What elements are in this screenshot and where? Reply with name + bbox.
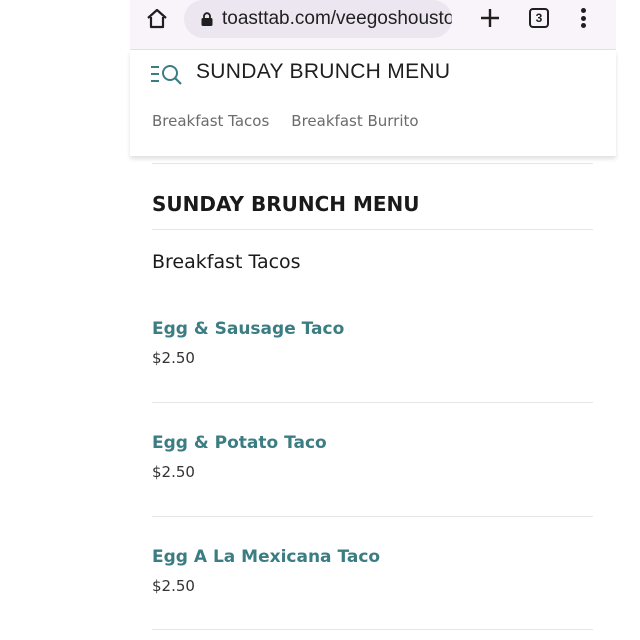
category-nav: Breakfast Tacos Breakfast Burrito [152,112,419,130]
home-icon [147,8,167,29]
divider [152,229,593,230]
menu-item[interactable]: Egg A La Mexicana Taco $2.50 [152,547,593,595]
category-heading: Breakfast Tacos [152,251,301,273]
menu-search-icon[interactable] [150,63,184,85]
category-link-breakfast-tacos[interactable]: Breakfast Tacos [152,112,269,130]
menu-dot [580,8,586,13]
item-name[interactable]: Egg A La Mexicana Taco [152,547,593,567]
section-title: SUNDAY BRUNCH MENU [152,192,420,216]
divider [152,402,593,403]
item-name[interactable]: Egg & Sausage Taco [152,319,593,339]
browser-viewport: toasttab.com/veegoshousto 3 SUNDAY BRUNC… [130,0,616,640]
menu-dot [580,23,586,28]
divider [152,629,593,630]
more-vert-icon[interactable] [576,6,590,30]
item-price: $2.50 [152,577,195,595]
divider [152,516,593,517]
item-price: $2.50 [152,349,195,367]
item-name[interactable]: Egg & Potato Taco [152,433,593,453]
tab-count: 3 [535,11,543,25]
divider [152,163,593,164]
menu-header: SUNDAY BRUNCH MENU Breakfast Tacos Break… [130,50,616,156]
tab-switcher-button[interactable]: 3 [529,8,549,28]
menu-dot [580,15,586,21]
url-text: toasttab.com/veegoshousto [222,8,452,29]
menu-item[interactable]: Egg & Potato Taco $2.50 [152,433,593,481]
lock-icon [201,12,213,26]
address-bar[interactable]: toasttab.com/veegoshousto [184,0,452,38]
item-price: $2.50 [152,463,195,481]
category-link-breakfast-burrito[interactable]: Breakfast Burrito [291,112,418,130]
new-tab-button[interactable] [476,4,504,32]
menu-item[interactable]: Egg & Sausage Taco $2.50 [152,319,593,367]
plus-icon [481,9,499,27]
browser-toolbar: toasttab.com/veegoshousto 3 [130,0,616,50]
home-button[interactable] [142,6,172,32]
header-title: SUNDAY BRUNCH MENU [196,60,451,83]
